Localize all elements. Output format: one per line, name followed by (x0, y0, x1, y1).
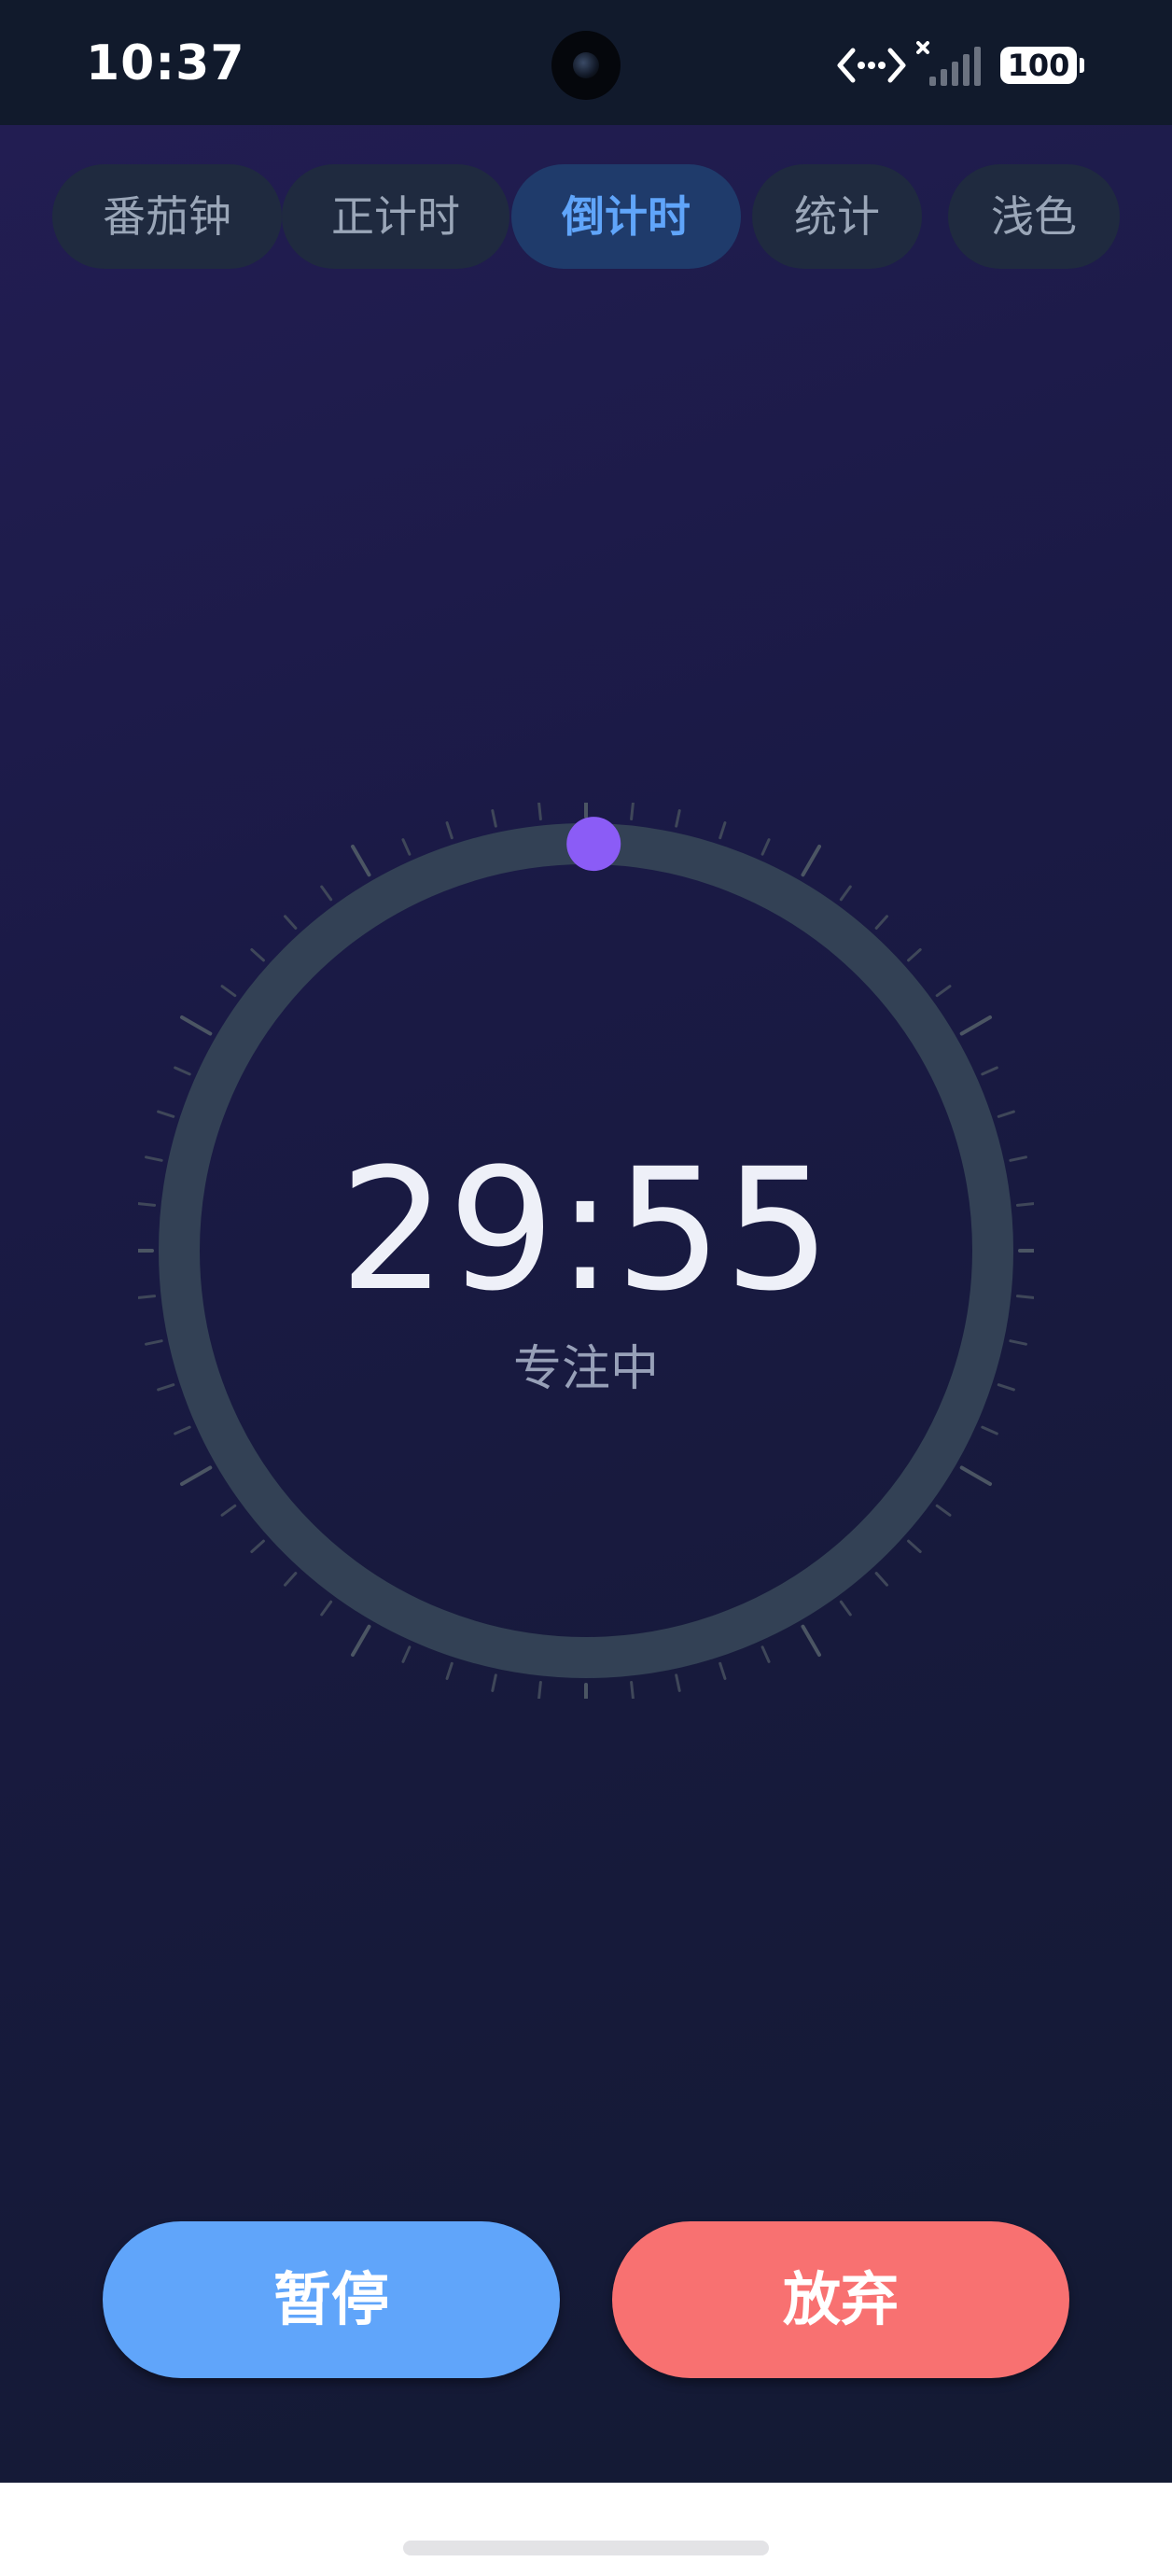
dial-tick (935, 1504, 952, 1517)
timer-value: 29:55 (339, 1133, 833, 1328)
app-main: 番茄钟 正计时 倒计时 统计 浅色 29:55 专注中 暂停 放弃 (0, 125, 1172, 2483)
tab-countdown[interactable]: 倒计时 (511, 164, 741, 269)
status-bar: 10:37 100 (0, 0, 1172, 125)
front-camera (551, 31, 621, 100)
dial-tick (174, 1425, 191, 1435)
data-transfer-icon (837, 48, 906, 83)
status-time: 10:37 (86, 35, 245, 91)
dial-tick (959, 1465, 993, 1486)
pause-button[interactable]: 暂停 (103, 2221, 560, 2378)
quit-button[interactable]: 放弃 (612, 2221, 1069, 2378)
signal-no-service-icon (916, 41, 981, 86)
tab-light-theme[interactable]: 浅色 (948, 164, 1120, 269)
dial-tick (491, 1673, 497, 1692)
dial-tick (179, 1465, 213, 1486)
dial-tick (401, 838, 412, 856)
dial-tick (874, 1572, 889, 1587)
timer-status: 专注中 (512, 1341, 659, 1397)
dial-tick (157, 1110, 175, 1118)
dial-tick (445, 821, 453, 840)
dial-tick (537, 803, 542, 821)
dial-tick (675, 809, 681, 828)
tab-pomodoro[interactable]: 番茄钟 (52, 164, 282, 269)
dial-tick (997, 1110, 1015, 1118)
dial-tick (981, 1425, 998, 1435)
dial-tick (445, 1661, 453, 1680)
dial-tick (537, 1680, 542, 1699)
dial-tick (320, 885, 333, 902)
dial-tick (907, 1539, 922, 1554)
tab-stopwatch[interactable]: 正计时 (282, 164, 509, 269)
dial-tick (907, 947, 922, 962)
dial-tick (401, 1645, 412, 1663)
dial-tick (220, 985, 237, 998)
dial-tick (320, 1600, 333, 1617)
dial-tick (630, 803, 635, 821)
dial-tick (959, 1015, 993, 1036)
dial-tick (801, 844, 821, 877)
dial-tick (250, 947, 265, 962)
dial-tick (874, 915, 889, 930)
dial-tick (220, 1504, 237, 1517)
dial-tick (179, 1015, 213, 1036)
dial-tick (283, 1572, 298, 1587)
dial-tick (250, 1539, 265, 1554)
dial-tick (675, 1673, 681, 1692)
dial-tick (719, 1661, 727, 1680)
dial-tick (630, 1680, 635, 1699)
home-indicator[interactable] (403, 2541, 769, 2555)
dial-tick (760, 838, 771, 856)
dial-tick (935, 985, 952, 998)
dial-tick (174, 1066, 191, 1076)
dial-tick (351, 844, 371, 877)
dial-tick (351, 1624, 371, 1658)
battery-icon: 100 (1000, 47, 1084, 84)
tab-statistics[interactable]: 统计 (752, 164, 922, 269)
dial-tick (491, 809, 497, 828)
dial-tick (719, 821, 727, 840)
dial-tick (760, 1645, 771, 1663)
dial-tick (839, 1600, 852, 1617)
phone-screen: 10:37 100 番茄钟 正计时 倒计时 统计 浅色 29:55 专注中 暂停… (0, 0, 1172, 2576)
dial-tick (801, 1624, 821, 1658)
dial-tick (839, 885, 852, 902)
progress-dot (566, 817, 621, 872)
dial-tick (283, 915, 298, 930)
dial-tick (981, 1066, 998, 1076)
